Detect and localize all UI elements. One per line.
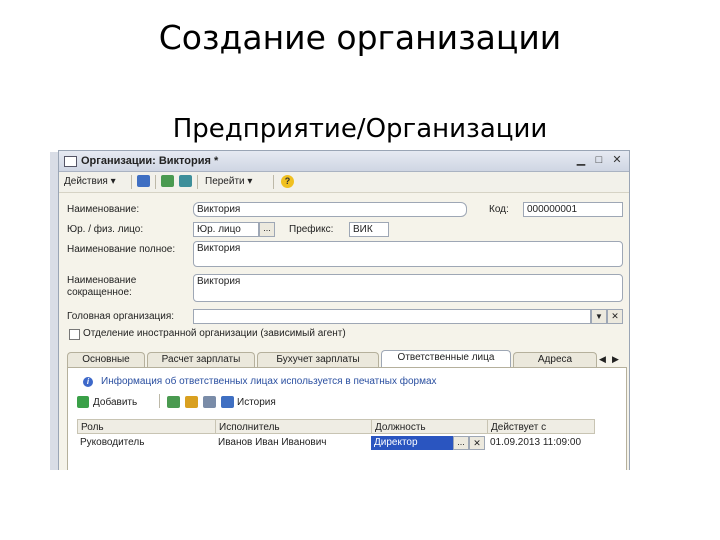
- toolbar: Действия ▾ Перейти ▾ ?: [59, 172, 629, 193]
- save-icon[interactable]: [137, 175, 150, 187]
- minimize-button[interactable]: ▁: [575, 154, 587, 166]
- info-text: Информация об ответственных лицах исполь…: [101, 376, 437, 387]
- delete-icon[interactable]: [203, 396, 216, 408]
- history-button[interactable]: История: [237, 397, 276, 409]
- help-icon[interactable]: ?: [281, 175, 294, 188]
- toolbar-separator: [131, 175, 132, 189]
- add-icon[interactable]: [77, 396, 89, 408]
- edit-icon[interactable]: [185, 396, 198, 408]
- column-header-position[interactable]: Должность: [371, 419, 487, 434]
- position-select-button[interactable]: ...: [453, 436, 469, 450]
- window-icon: [64, 156, 77, 167]
- cell-person[interactable]: Иванов Иван Иванович: [215, 436, 371, 450]
- cell-position[interactable]: Директор: [371, 436, 453, 450]
- code-field[interactable]: 000000001: [523, 202, 623, 217]
- clear-icon[interactable]: ✕: [607, 309, 623, 324]
- slide-title: Создание организации: [158, 18, 562, 57]
- short-name-label-line1: Наименование: [67, 275, 137, 286]
- foreign-branch-label: Отделение иностранной организации (завис…: [83, 328, 346, 339]
- legal-type-select-button[interactable]: ...: [259, 222, 275, 237]
- position-clear-icon[interactable]: ✕: [469, 436, 485, 450]
- legal-type-field[interactable]: Юр. лицо: [193, 222, 259, 237]
- prefix-field[interactable]: ВИК: [349, 222, 389, 237]
- add-copy-icon[interactable]: [179, 175, 192, 187]
- maximize-button[interactable]: □: [593, 154, 605, 166]
- tab-next-icon[interactable]: ▶: [612, 353, 619, 365]
- close-button[interactable]: ✕: [611, 154, 623, 166]
- organization-form-window: Организации: Виктория * ▁ □ ✕ Действия ▾…: [58, 150, 630, 470]
- head-org-field[interactable]: [193, 309, 591, 324]
- head-org-label: Головная организация:: [67, 311, 175, 322]
- name-field[interactable]: Виктория: [193, 202, 467, 217]
- window-title: Организации: Виктория *: [81, 155, 219, 167]
- background-window-edge: [50, 152, 58, 470]
- dropdown-icon[interactable]: ▼: [591, 309, 607, 324]
- column-header-person[interactable]: Исполнитель: [215, 419, 371, 434]
- tab-main[interactable]: Основные: [67, 352, 145, 367]
- toolbar-separator: [159, 394, 160, 408]
- actions-menu[interactable]: Действия ▾: [64, 176, 116, 187]
- tab-payroll[interactable]: Расчет зарплаты: [147, 352, 255, 367]
- foreign-branch-checkbox[interactable]: [69, 329, 80, 340]
- toolbar-separator: [273, 175, 274, 189]
- name-label: Наименование:: [67, 204, 140, 215]
- info-icon: i: [83, 377, 93, 387]
- full-name-field[interactable]: Виктория: [193, 241, 623, 267]
- tab-addresses[interactable]: Адреса: [513, 352, 597, 367]
- tab-prev-icon[interactable]: ◀: [599, 353, 606, 365]
- full-name-label: Наименование полное:: [67, 244, 176, 255]
- short-name-field[interactable]: Виктория: [193, 274, 623, 302]
- legal-type-label: Юр. / физ. лицо:: [67, 224, 144, 235]
- refresh-icon[interactable]: [161, 175, 174, 187]
- prefix-label: Префикс:: [289, 224, 334, 235]
- toolbar-separator: [197, 175, 198, 189]
- slide-subtitle: Предприятие/Организации: [172, 114, 548, 144]
- code-label: Код:: [489, 204, 509, 215]
- cell-since[interactable]: 01.09.2013 11:09:00: [487, 436, 595, 450]
- save-history-icon[interactable]: [221, 396, 234, 408]
- toolbar-separator: [155, 175, 156, 189]
- tab-payroll-accounting[interactable]: Бухучет зарплаты: [257, 352, 379, 367]
- copy-icon[interactable]: [167, 396, 180, 408]
- cell-role[interactable]: Руководитель: [77, 436, 215, 450]
- tab-responsible-persons[interactable]: Ответственные лица: [381, 350, 511, 368]
- column-header-since[interactable]: Действует с: [487, 419, 595, 434]
- add-button[interactable]: Добавить: [93, 397, 137, 409]
- column-header-role[interactable]: Роль: [77, 419, 215, 434]
- short-name-label-line2: сокращенное:: [67, 287, 132, 298]
- screenshot: Организации: Виктория * ▁ □ ✕ Действия ▾…: [50, 144, 630, 470]
- window-titlebar[interactable]: Организации: Виктория * ▁ □ ✕: [59, 151, 629, 172]
- goto-menu[interactable]: Перейти ▾: [205, 176, 252, 187]
